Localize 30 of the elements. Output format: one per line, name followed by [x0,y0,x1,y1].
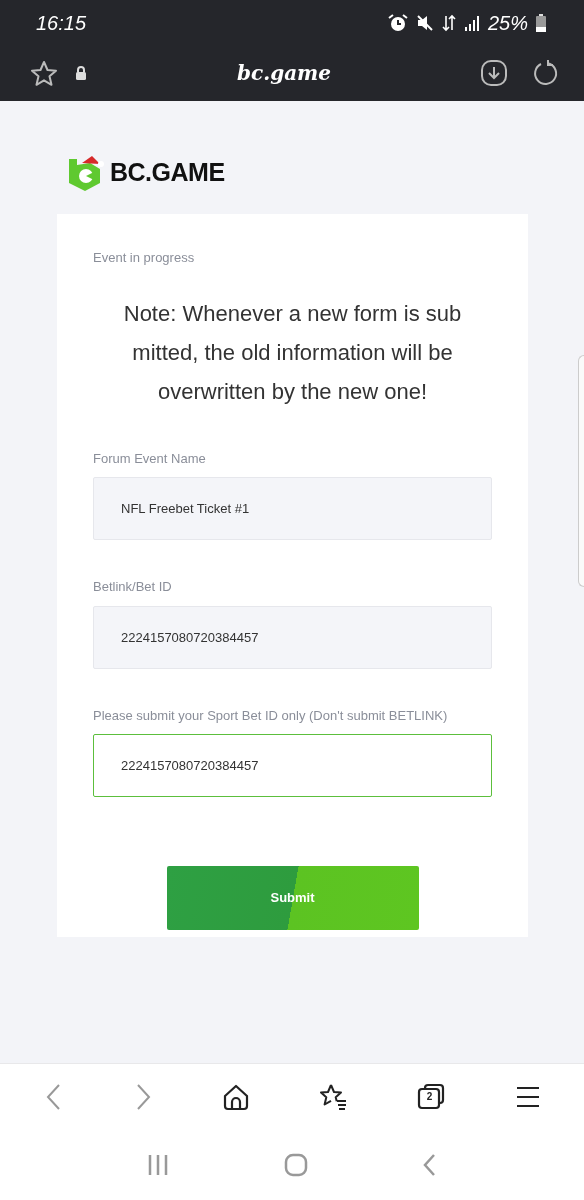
logo-text: BC.GAME [110,157,225,189]
signal-icon [463,14,480,31]
clock-time: 16:15 [36,10,87,36]
star-icon[interactable] [30,59,58,87]
battery-icon [536,13,546,32]
notice-text: Event in progress [93,249,196,267]
battery-level: 25% [487,10,528,36]
logo-icon [66,153,106,193]
home-icon[interactable] [221,1083,250,1111]
bookmarks-icon[interactable] [318,1083,349,1111]
input-field[interactable]: 2224157080720384457 [93,605,492,669]
field-label: Forum Event Name [93,449,207,468]
back-icon[interactable] [422,1153,437,1177]
submit-button[interactable]: Submit [166,866,419,930]
scroll-bar[interactable] [578,355,584,587]
alarm-icon [387,13,408,32]
field-label: Please submit your Sport Bet ID only (Don't submit BETLINK) [93,706,449,725]
input-field[interactable]: 2224157080720384457 [93,734,492,797]
download-icon[interactable] [480,59,508,87]
home-button-icon[interactable] [284,1153,308,1177]
field-label: Betlink/Bet ID [93,578,173,596]
menu-icon[interactable] [515,1085,540,1109]
recent-apps-icon[interactable] [147,1154,170,1176]
input-field[interactable]: NFL Freebet Ticket #1 [93,477,492,540]
reload-icon[interactable] [532,59,560,87]
data-icon [441,13,456,32]
lock-icon [74,65,88,81]
url-text[interactable]: bc.game [88,58,480,88]
mute-icon [415,13,434,32]
note-text: Note: Whenever a new form is sub mitted, the old information will be overwritten by the new one! [122,299,463,406]
